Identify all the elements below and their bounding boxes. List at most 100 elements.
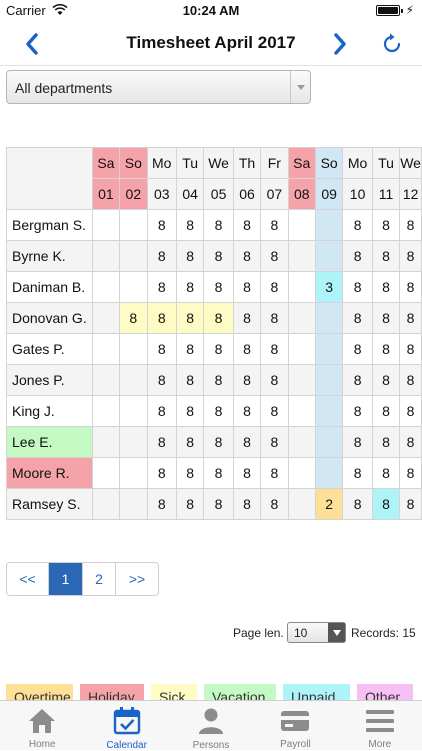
hours-cell[interactable]: 8	[232, 209, 262, 241]
hours-cell[interactable]: 8	[399, 457, 422, 489]
hours-cell[interactable]: 8	[175, 240, 205, 272]
hours-cell[interactable]: 8	[203, 457, 234, 489]
hours-cell[interactable]	[119, 488, 148, 520]
hours-cell[interactable]: 8	[175, 488, 205, 520]
hours-cell[interactable]	[91, 271, 121, 303]
hours-cell[interactable]: 2	[314, 488, 344, 520]
hours-cell[interactable]: 8	[146, 364, 177, 396]
hours-cell[interactable]: 8	[203, 271, 234, 303]
tab-calendar[interactable]: Calendar	[84, 701, 168, 751]
hours-cell[interactable]	[287, 426, 316, 458]
hours-cell[interactable]	[314, 426, 344, 458]
hours-cell[interactable]	[287, 271, 316, 303]
hours-cell[interactable]	[91, 426, 121, 458]
hours-cell[interactable]: 8	[232, 302, 262, 334]
department-select[interactable]: All departments	[6, 70, 311, 104]
hours-cell[interactable]: 8	[260, 395, 289, 427]
hours-cell[interactable]: 8	[371, 333, 401, 365]
hours-cell[interactable]	[91, 209, 121, 241]
hours-cell[interactable]: 8	[232, 426, 262, 458]
hours-cell[interactable]	[119, 364, 148, 396]
hours-cell[interactable]	[287, 364, 316, 396]
hours-cell[interactable]: 8	[232, 240, 262, 272]
hours-cell[interactable]: 8	[175, 209, 205, 241]
hours-cell[interactable]	[91, 457, 121, 489]
hours-cell[interactable]	[119, 426, 148, 458]
hours-cell[interactable]: 8	[399, 364, 422, 396]
hours-cell[interactable]	[91, 240, 121, 272]
hours-cell[interactable]: 8	[232, 333, 262, 365]
hours-cell[interactable]: 8	[203, 333, 234, 365]
hours-cell[interactable]	[287, 209, 316, 241]
hours-cell[interactable]: 8	[371, 364, 401, 396]
page-length-select[interactable]: 10	[287, 622, 346, 643]
tab-persons[interactable]: Persons	[169, 701, 253, 751]
hours-cell[interactable]: 8	[203, 209, 234, 241]
hours-cell[interactable]	[91, 333, 121, 365]
hours-cell[interactable]: 8	[399, 240, 422, 272]
tab-more[interactable]: More	[338, 701, 422, 750]
next-month-button[interactable]	[324, 28, 356, 60]
hours-cell[interactable]: 8	[399, 302, 422, 334]
hours-cell[interactable]: 8	[371, 426, 401, 458]
hours-cell[interactable]: 8	[146, 240, 177, 272]
hours-cell[interactable]: 8	[146, 488, 177, 520]
hours-cell[interactable]	[287, 240, 316, 272]
refresh-button[interactable]	[376, 28, 408, 60]
previous-page-button[interactable]: <<	[7, 563, 49, 595]
hours-cell[interactable]: 8	[342, 240, 373, 272]
hours-cell[interactable]: 8	[399, 426, 422, 458]
hours-cell[interactable]	[119, 457, 148, 489]
hours-cell[interactable]: 8	[260, 240, 289, 272]
employee-name-cell[interactable]: Ramsey S.	[6, 488, 93, 520]
employee-name-cell[interactable]: King J.	[6, 395, 93, 427]
hours-cell[interactable]: 8	[342, 302, 373, 334]
hours-cell[interactable]: 8	[146, 302, 177, 334]
hours-cell[interactable]	[91, 302, 121, 334]
hours-cell[interactable]: 8	[260, 302, 289, 334]
hours-cell[interactable]: 8	[232, 488, 262, 520]
hours-cell[interactable]: 8	[175, 457, 205, 489]
hours-cell[interactable]: 8	[232, 457, 262, 489]
employee-name-cell[interactable]: Daniman B.	[6, 271, 93, 303]
hours-cell[interactable]: 8	[146, 457, 177, 489]
employee-name-cell[interactable]: Donovan G.	[6, 302, 93, 334]
hours-cell[interactable]	[314, 209, 344, 241]
hours-cell[interactable]: 8	[260, 457, 289, 489]
tab-home[interactable]: Home	[0, 701, 84, 750]
hours-cell[interactable]: 8	[260, 426, 289, 458]
hours-cell[interactable]: 8	[371, 302, 401, 334]
employee-name-cell[interactable]: Jones P.	[6, 364, 93, 396]
employee-name-cell[interactable]: Byrne K.	[6, 240, 93, 272]
hours-cell[interactable]: 8	[203, 426, 234, 458]
hours-cell[interactable]	[119, 240, 148, 272]
hours-cell[interactable]: 8	[146, 209, 177, 241]
employee-name-cell[interactable]: Moore R.	[6, 457, 93, 489]
hours-cell[interactable]: 8	[260, 488, 289, 520]
hours-cell[interactable]: 8	[399, 333, 422, 365]
hours-cell[interactable]	[314, 302, 344, 334]
hours-cell[interactable]	[119, 333, 148, 365]
hours-cell[interactable]: 8	[342, 457, 373, 489]
employee-name-cell[interactable]: Gates P.	[6, 333, 93, 365]
next-page-button[interactable]: >>	[116, 563, 158, 595]
hours-cell[interactable]: 8	[342, 395, 373, 427]
hours-cell[interactable]: 8	[175, 271, 205, 303]
hours-cell[interactable]	[287, 302, 316, 334]
employee-name-cell[interactable]: Lee E.	[6, 426, 93, 458]
hours-cell[interactable]: 3	[314, 271, 344, 303]
previous-month-button[interactable]	[16, 28, 48, 60]
hours-cell[interactable]: 8	[203, 364, 234, 396]
hours-cell[interactable]: 8	[203, 302, 234, 334]
hours-cell[interactable]: 8	[399, 395, 422, 427]
hours-cell[interactable]	[287, 488, 316, 520]
hours-cell[interactable]: 8	[146, 395, 177, 427]
hours-cell[interactable]: 8	[371, 209, 401, 241]
hours-cell[interactable]: 8	[146, 271, 177, 303]
hours-cell[interactable]: 8	[399, 488, 422, 520]
hours-cell[interactable]: 8	[399, 271, 422, 303]
hours-cell[interactable]: 8	[175, 426, 205, 458]
hours-cell[interactable]: 8	[146, 333, 177, 365]
hours-cell[interactable]	[314, 333, 344, 365]
hours-cell[interactable]: 8	[260, 333, 289, 365]
